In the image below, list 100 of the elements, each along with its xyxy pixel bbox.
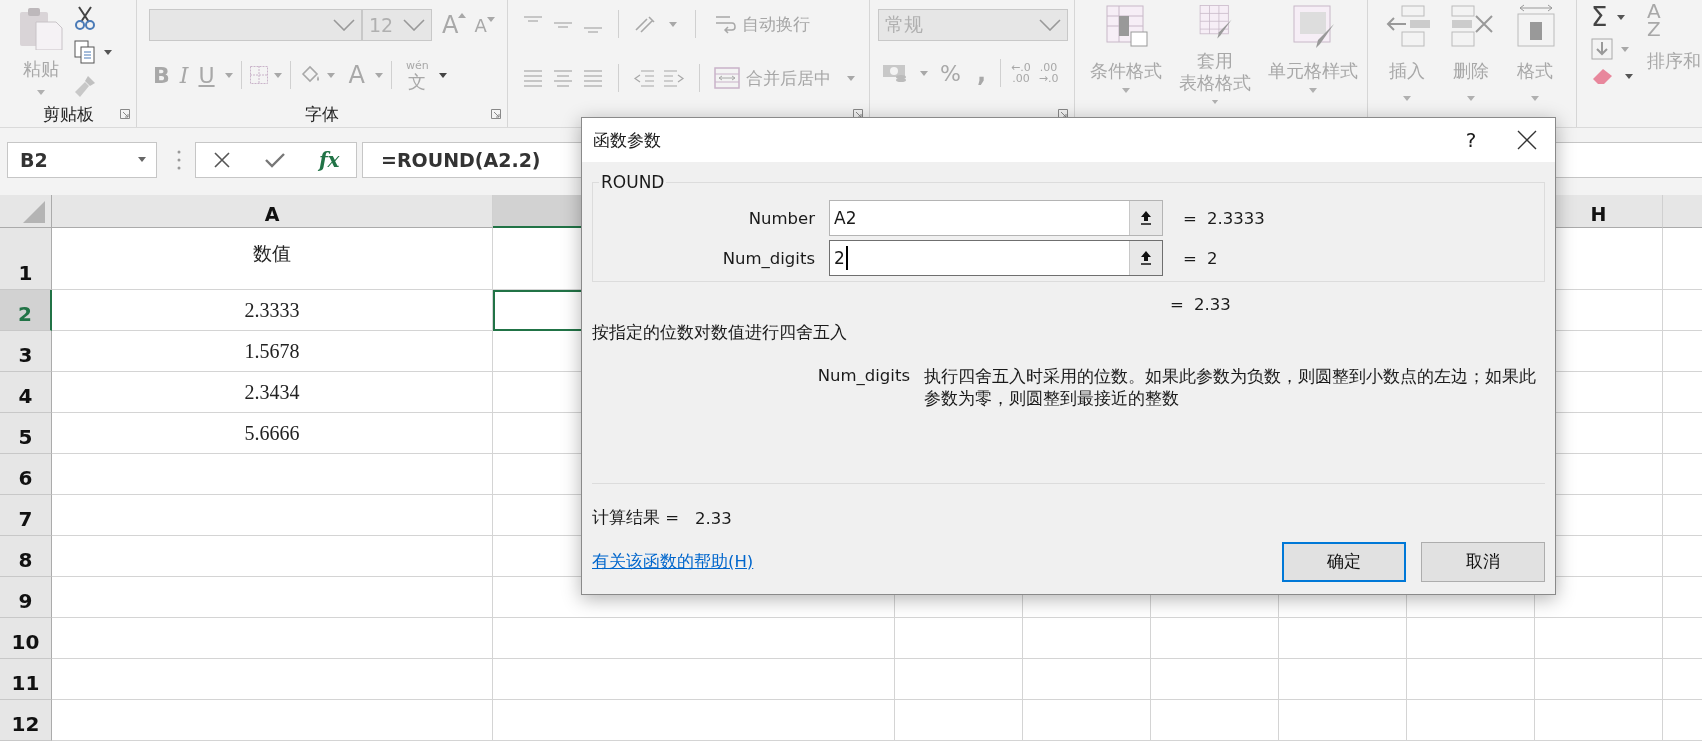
- collapse-dialog-icon[interactable]: [1140, 250, 1152, 266]
- row-header[interactable]: 5: [0, 413, 52, 454]
- eraser-icon[interactable]: [1591, 66, 1615, 86]
- orientation-icon[interactable]: [633, 14, 657, 34]
- dialog-launcher-icon[interactable]: [491, 109, 501, 120]
- row-header[interactable]: 6: [0, 454, 52, 495]
- table-cell[interactable]: [493, 618, 895, 659]
- select-all-icon[interactable]: [23, 201, 45, 223]
- dropdown-arrow-icon: [1403, 96, 1411, 101]
- row-header[interactable]: 1: [0, 228, 52, 290]
- chevron-down-icon[interactable]: [403, 19, 425, 31]
- close-icon[interactable]: [1517, 130, 1537, 150]
- table-cell[interactable]: [1407, 618, 1535, 659]
- dropdown-arrow-icon[interactable]: [1617, 14, 1626, 20]
- table-cell[interactable]: [1535, 659, 1663, 700]
- table-cell[interactable]: [895, 700, 1023, 741]
- row-header[interactable]: 3: [0, 331, 52, 372]
- table-style-icon: [1103, 4, 1150, 50]
- dropdown-arrow-icon[interactable]: [138, 157, 146, 162]
- table-cell[interactable]: [1151, 659, 1279, 700]
- help-button[interactable]: ?: [1443, 128, 1499, 152]
- table-cell[interactable]: [1407, 700, 1535, 741]
- table-cell[interactable]: 5.6666: [52, 413, 493, 454]
- row-header[interactable]: 4: [0, 372, 52, 413]
- table-cell[interactable]: 2.3434: [52, 372, 493, 413]
- table-cell[interactable]: [52, 454, 493, 495]
- table-cell[interactable]: 数值: [52, 228, 493, 290]
- table-cell[interactable]: [1279, 659, 1407, 700]
- argument-help-label: Num_digits: [816, 366, 910, 387]
- cancel-button[interactable]: 取消: [1421, 542, 1545, 582]
- row-header[interactable]: 12: [0, 700, 52, 741]
- table-cell[interactable]: [52, 659, 493, 700]
- table-cell[interactable]: [1023, 659, 1151, 700]
- group-label: 剪贴板: [42, 103, 94, 127]
- align-left-icon[interactable]: [522, 69, 544, 87]
- argument-field[interactable]: 2: [829, 240, 1163, 276]
- table-cell[interactable]: [1535, 618, 1663, 659]
- dialog-launcher-icon[interactable]: [120, 109, 130, 120]
- grip-icon[interactable]: [177, 148, 181, 171]
- table-cell[interactable]: [1023, 618, 1151, 659]
- dialog-launcher-icon[interactable]: [853, 109, 863, 120]
- table-cell[interactable]: 2.3333: [52, 290, 493, 331]
- align-right-icon[interactable]: [582, 69, 604, 87]
- table-cell[interactable]: [52, 495, 493, 536]
- table-cell[interactable]: [1151, 700, 1279, 741]
- row-header[interactable]: 7: [0, 495, 52, 536]
- table-cell[interactable]: [1535, 700, 1663, 741]
- table-cell[interactable]: [52, 700, 493, 741]
- collapse-dialog-icon[interactable]: [1140, 210, 1152, 226]
- chevron-down-icon[interactable]: [333, 19, 355, 31]
- dropdown-arrow-icon[interactable]: [438, 72, 447, 78]
- cancel-icon[interactable]: [212, 150, 231, 169]
- column-header[interactable]: A: [52, 195, 493, 228]
- table-cell[interactable]: [493, 700, 895, 741]
- table-cell[interactable]: [1023, 700, 1151, 741]
- font-name-field[interactable]: [149, 9, 362, 41]
- table-cell[interactable]: [1279, 700, 1407, 741]
- increase-indent-icon[interactable]: [663, 69, 685, 87]
- table-cell[interactable]: [1279, 618, 1407, 659]
- scissors-icon[interactable]: [74, 6, 96, 30]
- row-header[interactable]: 11: [0, 659, 52, 700]
- table-cell[interactable]: [493, 659, 895, 700]
- borders-icon[interactable]: [249, 66, 268, 84]
- insert-function-button[interactable]: fx: [318, 147, 340, 172]
- argument-field[interactable]: A2: [829, 200, 1163, 236]
- down-arrow-icon: [486, 16, 495, 22]
- equals-sign: =: [1183, 208, 1198, 228]
- table-cell[interactable]: [52, 577, 493, 618]
- wrap-text-icon: [714, 13, 736, 35]
- row-header[interactable]: 10: [0, 618, 52, 659]
- dropdown-arrow-icon[interactable]: [1625, 73, 1633, 79]
- dropdown-arrow-icon: [1211, 100, 1219, 104]
- help-link[interactable]: 有关该函数的帮助(H): [592, 551, 1267, 573]
- table-cell[interactable]: [1151, 618, 1279, 659]
- copy-icon[interactable]: [74, 40, 96, 64]
- check-icon[interactable]: [263, 150, 286, 169]
- result-label: 计算结果 =: [592, 507, 680, 529]
- table-cell[interactable]: [895, 659, 1023, 700]
- table-cell[interactable]: 1.5678: [52, 331, 493, 372]
- ok-button[interactable]: 确定: [1282, 542, 1406, 582]
- name-box[interactable]: B2: [7, 141, 157, 178]
- dropdown-arrow-icon[interactable]: [104, 49, 112, 55]
- row-header[interactable]: 2: [0, 290, 52, 331]
- autosum-button[interactable]: Σ: [1591, 2, 1608, 32]
- dialog-launcher-icon[interactable]: [1058, 109, 1068, 120]
- table-cell[interactable]: [1407, 659, 1535, 700]
- table-cell[interactable]: [895, 618, 1023, 659]
- row-header[interactable]: 8: [0, 536, 52, 577]
- fill-down-icon[interactable]: [1591, 38, 1613, 60]
- format-painter-icon[interactable]: [74, 74, 96, 98]
- currency-icon[interactable]: [882, 62, 908, 84]
- chevron-down-icon[interactable]: [1039, 19, 1061, 31]
- table-cell[interactable]: [52, 618, 493, 659]
- align-center-icon[interactable]: [552, 69, 574, 87]
- formula-result: 2.33: [1194, 294, 1231, 314]
- row-header[interactable]: 9: [0, 577, 52, 618]
- decrease-indent-icon[interactable]: [633, 69, 655, 87]
- table-cell[interactable]: [52, 536, 493, 577]
- column-header[interactable]: [1663, 195, 1702, 228]
- function-description: 按指定的位数对数值进行四舍五入: [592, 322, 848, 344]
